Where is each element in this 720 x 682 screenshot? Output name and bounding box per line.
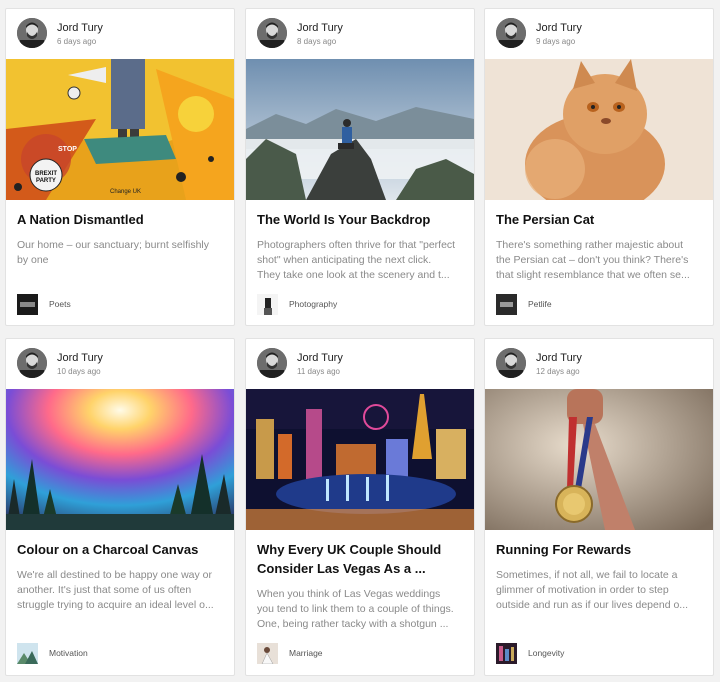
author-avatar[interactable] (17, 18, 47, 48)
author-name[interactable]: Jord Tury (57, 352, 103, 364)
post-cover-image[interactable] (246, 389, 474, 530)
post-title[interactable]: A Nation Dismantled (17, 210, 225, 229)
post-timestamp: 12 days ago (536, 367, 580, 376)
author-avatar[interactable] (257, 348, 287, 378)
cover-party-text: PARTY (36, 178, 56, 184)
post-card[interactable]: Jord Tury 9 days ago The Persian Cat The… (484, 8, 714, 326)
post-card[interactable]: Jord Tury 8 days ago The World Is Your B… (245, 8, 475, 326)
card-header: Jord Tury 12 days ago (485, 339, 713, 389)
post-card[interactable]: Jord Tury 11 days ago Why Every UK Coupl… (245, 338, 475, 676)
category-thumbnail (17, 643, 38, 664)
author-avatar[interactable] (257, 18, 287, 48)
posts-grid: Jord Tury 6 days ago BREXIT PARTY Change… (0, 0, 720, 682)
post-cover-image[interactable] (6, 389, 234, 530)
category-thumbnail (257, 294, 278, 315)
category-label: Marriage (289, 648, 323, 658)
post-title[interactable]: The World Is Your Backdrop (257, 210, 465, 229)
post-cover-image[interactable] (485, 59, 713, 200)
author-name[interactable]: Jord Tury (297, 352, 343, 364)
author-name[interactable]: Jord Tury (297, 22, 343, 34)
post-timestamp: 6 days ago (57, 37, 97, 46)
category-label: Photography (289, 299, 338, 309)
post-title[interactable]: Colour on a Charcoal Canvas (17, 540, 225, 559)
card-header: Jord Tury 11 days ago (246, 339, 474, 389)
post-title[interactable]: Running For Rewards (496, 540, 704, 559)
post-excerpt: Sometimes, if not all, we fail to locate… (496, 569, 689, 611)
author-avatar[interactable] (17, 348, 47, 378)
category-label: Motivation (49, 648, 88, 658)
post-cover-image[interactable] (246, 59, 474, 200)
post-timestamp: 11 days ago (297, 367, 340, 376)
category-thumbnail (257, 643, 278, 664)
post-excerpt: When you think of Las Vegas weddings you… (257, 588, 454, 630)
post-title[interactable]: Why Every UK Couple Should Consider Las … (257, 540, 465, 578)
post-excerpt: Our home – our sanctuary; burnt selfishl… (17, 239, 210, 266)
category-thumbnail (496, 643, 517, 664)
post-card[interactable]: Jord Tury 10 days ago Colour on a Charco… (5, 338, 235, 676)
cover-stop-text: STOP (58, 146, 77, 153)
post-cover-image[interactable]: BREXIT PARTY Change UK STOP (6, 59, 234, 200)
category-thumbnail (17, 294, 38, 315)
post-timestamp: 9 days ago (536, 37, 576, 46)
card-header: Jord Tury 9 days ago (485, 9, 713, 59)
post-excerpt: Photographers often thrive for that "per… (257, 239, 456, 281)
author-avatar[interactable] (496, 348, 526, 378)
cover-brexit-text: BREXIT (35, 171, 57, 177)
category-thumbnail (496, 294, 517, 315)
author-name[interactable]: Jord Tury (536, 22, 582, 34)
cover-change-text: Change UK (110, 189, 141, 195)
category-label: Longevity (528, 648, 565, 658)
category-label: Poets (49, 299, 71, 309)
post-timestamp: 8 days ago (297, 37, 337, 46)
post-title[interactable]: The Persian Cat (496, 210, 704, 229)
post-excerpt: There's something rather majestic about … (496, 239, 690, 281)
card-header: Jord Tury 6 days ago (6, 9, 234, 59)
post-card[interactable]: Jord Tury 6 days ago BREXIT PARTY Change… (5, 8, 235, 326)
post-excerpt: We're all destined to be happy one way o… (17, 569, 214, 611)
author-avatar[interactable] (496, 18, 526, 48)
post-cover-image[interactable] (485, 389, 713, 530)
card-header: Jord Tury 10 days ago (6, 339, 234, 389)
post-timestamp: 10 days ago (57, 367, 101, 376)
card-header: Jord Tury 8 days ago (246, 9, 474, 59)
post-card[interactable]: Jord Tury 12 days ago Running For Reward… (484, 338, 714, 676)
category-label: Petlife (528, 299, 552, 309)
author-name[interactable]: Jord Tury (57, 22, 103, 34)
author-name[interactable]: Jord Tury (536, 352, 582, 364)
